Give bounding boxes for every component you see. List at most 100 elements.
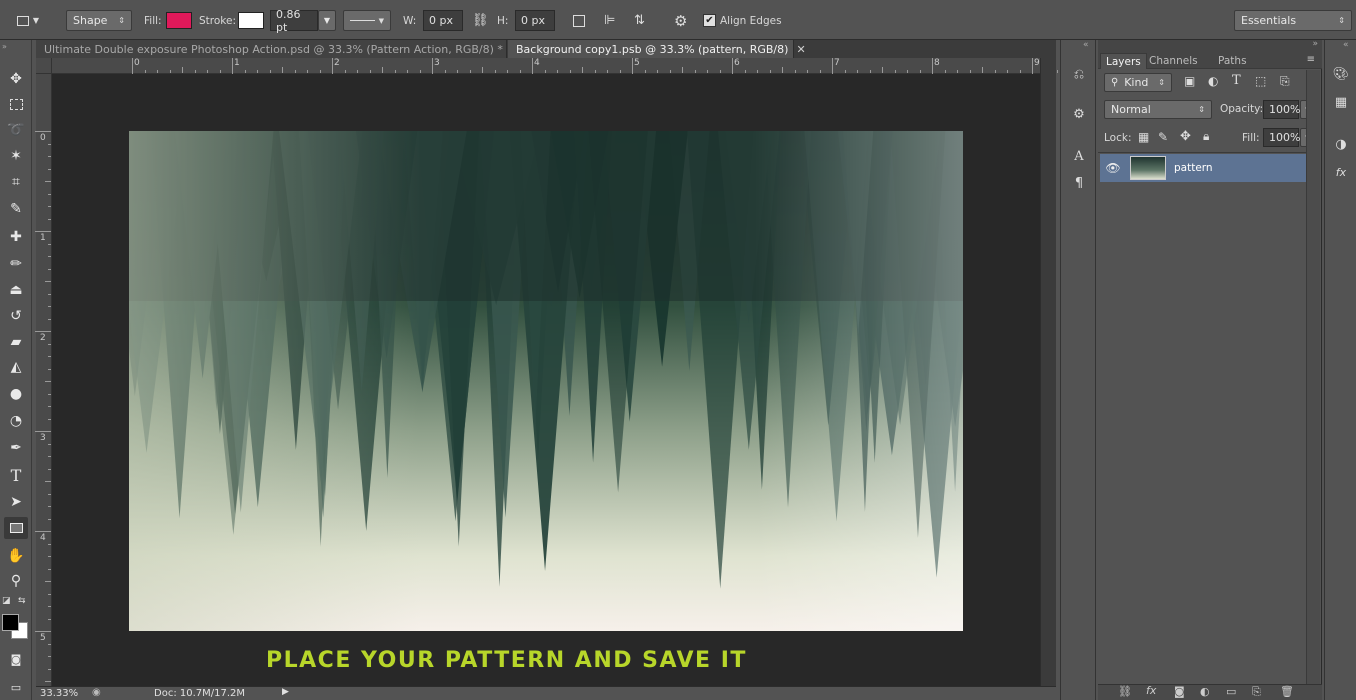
ruler-tick	[469, 70, 471, 73]
filter-adjustment-icon[interactable]: ◐	[1208, 74, 1218, 88]
ruler-tick	[707, 70, 708, 73]
fx-icon[interactable]: fx	[1146, 684, 1156, 697]
link-layers-icon[interactable]: ⛓	[1118, 685, 1132, 698]
lock-transparency-icon[interactable]: ▦	[1138, 130, 1149, 144]
swap-colors-icon[interactable]: ⇆	[18, 596, 26, 606]
trash-icon[interactable]: 🗑︎	[1280, 685, 1294, 698]
eyedropper-icon[interactable]: ✎	[4, 198, 28, 220]
path-arrangement-icon[interactable]: ⇅	[634, 13, 645, 28]
collapse-icon[interactable]: «	[1343, 40, 1349, 50]
ruler-tick	[319, 70, 321, 73]
actions-icon[interactable]: ⚙	[1067, 104, 1091, 124]
eraser-icon[interactable]: ▰	[4, 331, 28, 353]
path-alignment-icon[interactable]: ⊫	[604, 13, 615, 28]
vertical-scrollbar[interactable]	[1040, 58, 1056, 686]
marquee-icon[interactable]	[4, 93, 28, 115]
play-icon[interactable]: ▶	[282, 687, 289, 697]
dodge-icon[interactable]: ◔	[4, 410, 28, 432]
blend-mode-dropdown[interactable]: Normal ⇕	[1104, 100, 1212, 119]
blur-icon[interactable]: ●	[4, 383, 28, 405]
document-tab[interactable]: Ultimate Double exposure Photoshop Actio…	[36, 40, 520, 58]
filter-kind-dropdown[interactable]: ⚲ Kind ⇕	[1104, 73, 1172, 92]
filter-type-icon[interactable]: T	[1232, 73, 1241, 88]
zoom-level[interactable]: 33.33%	[40, 688, 78, 699]
filter-pixel-icon[interactable]: ▣	[1184, 74, 1195, 88]
eye-icon[interactable]: 👁︎	[1100, 161, 1126, 175]
new-layer-icon[interactable]: ⎘	[1252, 685, 1261, 699]
history-icon[interactable]: ⎌	[1067, 64, 1091, 84]
magic-wand-icon[interactable]: ✶	[4, 145, 28, 167]
ruler-tick	[182, 67, 183, 73]
horizontal-ruler[interactable]: 0 1 2 3 4 5 6 7 8 9	[52, 58, 1121, 74]
pen-icon[interactable]: ✒	[4, 437, 28, 459]
document-tab-active[interactable]: Background copy1.psb @ 33.3% (pattern, R…	[508, 40, 806, 58]
styles-icon[interactable]: fx	[1329, 162, 1353, 182]
layer-name[interactable]: pattern	[1174, 162, 1213, 174]
stroke-color-swatch[interactable]	[238, 10, 264, 31]
new-group-icon[interactable]: ▭	[1226, 685, 1236, 698]
ruler-origin[interactable]	[36, 58, 52, 74]
swatches-icon[interactable]: 🎨︎	[1329, 64, 1353, 84]
stroke-width-field[interactable]: 0.86 pt	[270, 8, 318, 34]
height-field[interactable]: 0 px	[515, 10, 555, 31]
history-brush-icon[interactable]: ↺	[4, 305, 28, 327]
default-colors-icon[interactable]: ◪	[2, 596, 11, 606]
tab-paths[interactable]: Paths	[1213, 53, 1252, 69]
ruler-tick	[1057, 70, 1058, 73]
tab-channels[interactable]: Channels	[1144, 53, 1203, 69]
fill-field[interactable]: 100%	[1263, 128, 1300, 147]
foreground-color-swatch[interactable]	[2, 614, 19, 631]
ruler-number: 3	[434, 58, 440, 68]
stroke-width-dropdown[interactable]: ▼	[318, 10, 336, 31]
link-icon[interactable]: ⛓	[472, 13, 489, 28]
type-icon[interactable]: T	[4, 464, 28, 486]
lock-pixels-icon[interactable]: ✎	[1158, 130, 1168, 144]
collapse-icon[interactable]: »	[2, 42, 7, 51]
layers-scrollbar[interactable]	[1306, 70, 1320, 696]
panel-menu-icon[interactable]: ≡	[1307, 54, 1315, 65]
zoom-icon[interactable]: ⚲	[4, 570, 28, 592]
layer-row-pattern[interactable]: 👁︎ pattern	[1100, 154, 1306, 182]
healing-brush-icon[interactable]: ✚	[4, 226, 28, 248]
align-edges-checkbox[interactable]: ✔ Align Edges	[703, 10, 782, 31]
clone-stamp-icon[interactable]: ⏏	[4, 279, 28, 301]
quick-mask-icon[interactable]: ◙	[4, 648, 28, 670]
screen-mode-icon[interactable]: ▭	[4, 676, 28, 698]
paint-bucket-icon[interactable]: ◭	[4, 356, 28, 378]
canvas-area[interactable]: PLACE YOUR PATTERN AND SAVE IT	[52, 74, 1040, 686]
brush-icon[interactable]: ✏	[4, 253, 28, 275]
collapse-icon[interactable]: »	[1312, 39, 1318, 49]
lock-all-icon[interactable]: 🔒︎	[1203, 129, 1209, 144]
move-icon[interactable]: ✥	[4, 68, 28, 90]
tab-layers[interactable]: Layers	[1100, 53, 1147, 69]
stroke-type-dropdown[interactable]: ▼	[343, 10, 391, 31]
adjustment-layer-icon[interactable]: ◐	[1200, 685, 1210, 698]
vertical-ruler[interactable]: 0 1 2 3 4 5	[35, 74, 52, 695]
character-icon[interactable]: A	[1067, 146, 1091, 166]
path-selection-icon[interactable]: ➤	[4, 491, 28, 513]
add-mask-icon[interactable]: ◙	[1174, 685, 1185, 698]
grid-icon[interactable]: ▦	[1329, 92, 1353, 112]
ruler-tick	[232, 58, 233, 74]
close-icon[interactable]: ✕	[796, 43, 805, 56]
paragraph-icon[interactable]: ¶	[1067, 173, 1091, 193]
gear-icon[interactable]: ⚙	[674, 12, 687, 30]
hand-icon[interactable]: ✋	[4, 545, 28, 567]
filter-smart-object-icon[interactable]: ⎘	[1280, 74, 1290, 89]
width-field[interactable]: 0 px	[423, 10, 463, 31]
lasso-icon[interactable]: ➰	[4, 119, 28, 141]
status-options-icon[interactable]: ◉	[92, 687, 101, 698]
workspace-dropdown[interactable]: Essentials ⇕	[1234, 10, 1352, 31]
crop-icon[interactable]: ⌗	[4, 171, 28, 193]
collapse-icon[interactable]: «	[1083, 40, 1089, 50]
fill-color-swatch[interactable]	[166, 10, 192, 31]
filter-shape-icon[interactable]: ⬚	[1255, 74, 1266, 88]
chevron-down-icon: ▼	[378, 16, 384, 25]
rectangle-icon[interactable]	[4, 517, 28, 539]
tool-preset-picker[interactable]: ▼	[10, 10, 46, 31]
lock-position-icon[interactable]: ✥	[1180, 129, 1191, 144]
opacity-field[interactable]: 100%	[1263, 100, 1300, 119]
shape-mode-dropdown[interactable]: Shape ⇕	[66, 10, 132, 31]
path-operations-icon[interactable]	[573, 14, 585, 27]
adjustments-icon[interactable]: ◑	[1329, 134, 1353, 154]
